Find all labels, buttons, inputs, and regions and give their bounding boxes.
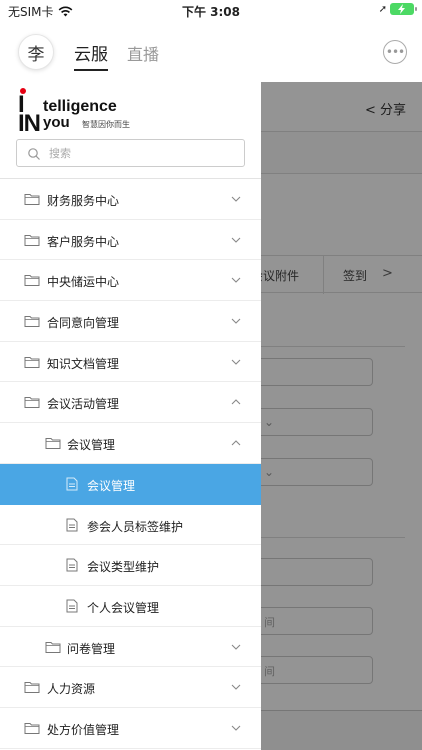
search-input[interactable] <box>49 144 239 162</box>
top-nav: 李 云服 直播 ••• <box>0 22 422 82</box>
folder-icon <box>24 233 40 247</box>
menu-item[interactable]: 参会人员标签维护 <box>0 505 261 546</box>
menu-item[interactable]: 财务服务中心 <box>0 179 261 220</box>
menu-item-label: 个人会议管理 <box>87 600 160 615</box>
tab-live[interactable]: 直播 <box>127 41 159 65</box>
folder-icon <box>24 273 40 287</box>
chevron-up-icon[interactable] <box>231 436 241 446</box>
menu-item-label: 参会人员标签维护 <box>87 519 184 534</box>
menu-item-label: 会议管理 <box>67 438 116 453</box>
menu-item-label: 财务服务中心 <box>47 194 120 208</box>
document-icon <box>66 477 82 491</box>
chevron-down-icon[interactable] <box>231 721 241 731</box>
folder-icon <box>45 640 61 654</box>
logo-prefix: IN <box>18 110 41 137</box>
drawer-menu: 财务服务中心 客户服务中心 中央储运中心 合同意向管理 知识文档管理 会议活动管理会议管理… <box>0 179 261 749</box>
document-icon <box>66 518 82 532</box>
menu-item[interactable]: 会议类型维护 <box>0 545 261 586</box>
menu-item[interactable]: 处方价值管理 <box>0 708 261 749</box>
folder-icon <box>45 436 61 450</box>
menu-item-label: 问卷管理 <box>67 641 116 656</box>
menu-item[interactable]: 客户服务中心 <box>0 220 261 261</box>
status-time: 下午 3:08 <box>181 5 241 19</box>
avatar[interactable]: 李 <box>18 34 54 70</box>
chevron-down-icon[interactable] <box>231 314 241 324</box>
folder-icon <box>24 192 40 206</box>
side-drawer: I IN telligence you 智慧因你而生 财务服务中心客户服务中心中… <box>0 82 261 750</box>
menu-item[interactable]: 问卷管理 <box>0 627 261 668</box>
search-icon <box>28 148 40 160</box>
battery-charging-icon <box>390 3 417 15</box>
chevron-up-icon[interactable] <box>231 395 241 405</box>
menu-item-label: 知识文档管理 <box>47 356 120 371</box>
menu-item[interactable]: 合同意向管理 <box>0 301 261 342</box>
menu-item-label: 会议类型维护 <box>87 560 160 575</box>
folder-icon <box>24 355 40 369</box>
menu-item[interactable]: 个人会议管理 <box>0 586 261 627</box>
menu-item[interactable]: 人力资源 <box>0 667 261 708</box>
chevron-down-icon[interactable] <box>231 273 241 284</box>
location-icon: ➚ <box>378 3 387 15</box>
menu-item[interactable]: 会议管理 <box>0 423 261 464</box>
menu-item[interactable]: 会议管理 <box>0 463 261 505</box>
menu-item[interactable]: 知识文档管理 <box>0 342 261 383</box>
chat-bubble-icon[interactable]: ••• <box>383 40 407 64</box>
menu-item-label: 中央储运中心 <box>47 275 120 290</box>
brand-logo: I IN telligence you 智慧因你而生 <box>18 88 134 137</box>
folder-icon <box>24 680 40 694</box>
folder-icon <box>24 721 40 735</box>
chevron-down-icon[interactable] <box>231 233 241 243</box>
menu-item-label: 客户服务中心 <box>47 234 120 249</box>
menu-item-label: 合同意向管理 <box>47 316 120 331</box>
logo-word-telligence: telligence <box>43 98 117 115</box>
menu-item[interactable]: 中央储运中心 <box>0 260 261 302</box>
tab-cloud-service[interactable]: 云服 <box>74 40 108 71</box>
menu-item-label: 人力资源 <box>47 682 96 697</box>
chevron-down-icon[interactable] <box>231 192 241 202</box>
folder-icon <box>24 314 40 328</box>
logo-word-you: you <box>43 114 70 131</box>
logo-tagline: 智慧因你而生 <box>82 120 130 129</box>
chevron-down-icon[interactable] <box>231 355 241 365</box>
document-icon <box>66 599 82 613</box>
chevron-down-icon[interactable] <box>231 680 241 691</box>
status-bar: 无SIM卡 下午 3:08 ➚ <box>0 0 422 22</box>
folder-icon <box>24 395 40 409</box>
chevron-down-icon[interactable] <box>231 640 241 650</box>
menu-item-label: 处方价值管理 <box>47 722 120 737</box>
menu-item-label: 会议管理 <box>87 478 136 493</box>
search-box[interactable] <box>16 139 245 167</box>
status-right: ➚ <box>378 3 417 15</box>
menu-item[interactable]: 会议活动管理 <box>0 382 261 424</box>
document-icon <box>66 558 82 572</box>
menu-item-label: 会议活动管理 <box>47 397 120 412</box>
